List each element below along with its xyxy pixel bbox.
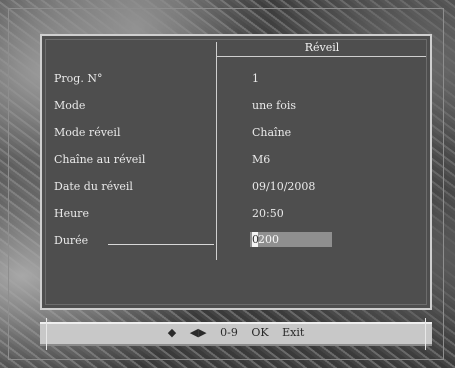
label-time: Heure [54,207,89,220]
digits-key-hint: 0-9 [220,326,238,339]
value-time: 20:50 [252,207,284,220]
left-right-arrows-icon: ◀▶ [189,326,207,339]
row-wakeup-channel[interactable]: Chaîne au réveil M6 [42,153,430,171]
row-time[interactable]: Heure 20:50 [42,207,430,225]
label-duration: Durée [54,234,89,247]
duration-input[interactable]: 0200 [250,232,332,247]
value-mode: une fois [252,99,297,112]
label-wakeup-channel: Chaîne au réveil [54,153,146,166]
value-wakeup-date: 09/10/2008 [252,180,316,193]
duration-value: 200 [258,233,279,246]
label-wakeup-mode: Mode réveil [54,126,121,139]
label-mode: Mode [54,99,86,112]
row-mode[interactable]: Mode une fois [42,99,430,117]
row-wakeup-mode[interactable]: Mode réveil Chaîne [42,126,430,144]
row-prog-number[interactable]: Prog. N° 1 [42,72,430,90]
value-prog-number: 1 [252,72,259,85]
row-duration[interactable]: Durée 0200 [42,232,430,252]
up-down-arrows-icon: ◆ [167,326,177,339]
row-wakeup-date[interactable]: Date du réveil 09/10/2008 [42,180,430,198]
value-wakeup-mode: Chaîne [252,126,292,139]
label-wakeup-date: Date du réveil [54,180,133,193]
panel-title: Réveil [304,41,340,54]
value-wakeup-channel: M6 [252,153,271,166]
exit-key-hint: Exit [282,326,305,339]
title-underline [216,56,426,57]
label-leader-line [108,244,214,245]
key-help-bar: ◆ ◀▶ 0-9 OK Exit [40,318,432,350]
label-prog-number: Prog. N° [54,72,103,85]
ok-key-hint: OK [251,326,269,339]
alarm-settings-panel: Réveil Prog. N° 1 Mode une fois Mode rév… [40,34,432,310]
